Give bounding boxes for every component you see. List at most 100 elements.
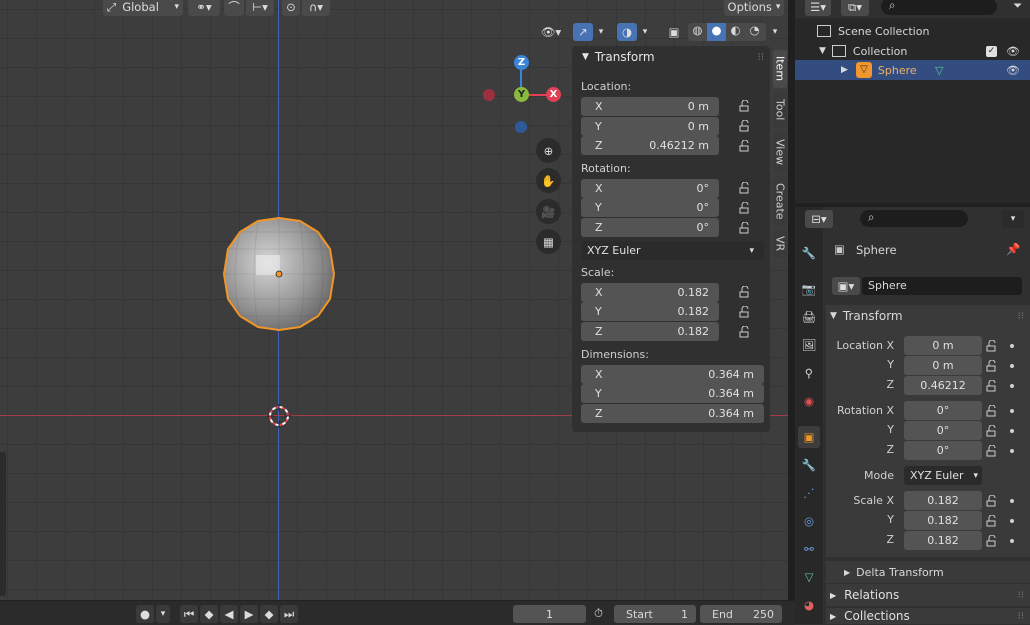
stopwatch-icon[interactable]: ⏱ <box>594 606 603 621</box>
toolbar-edge[interactable] <box>0 452 6 596</box>
modifier-tab-icon[interactable]: 🔧 <box>798 454 820 476</box>
snap-dropdown[interactable]: ⊢▾ <box>246 0 274 16</box>
lock-icon[interactable] <box>739 202 751 214</box>
play-reverse-button[interactable]: ◀ <box>220 605 238 623</box>
lock-icon[interactable] <box>739 100 751 112</box>
prev-keyframe-button[interactable]: ◆ <box>200 605 218 623</box>
relations-section-header[interactable]: ▶ Relations ⁝⁝ <box>826 584 1030 606</box>
dimensions-z-field[interactable]: Z 0.364 m <box>581 404 764 423</box>
area-divider[interactable] <box>788 0 795 624</box>
world-tab-icon[interactable]: ◉ <box>798 390 820 412</box>
dimensions-x-field[interactable]: X 0.364 m <box>581 365 764 384</box>
proportional-toggle[interactable]: ⊙ <box>282 0 300 16</box>
lock-icon[interactable] <box>739 140 751 152</box>
output-tab-icon[interactable]: 🖨 <box>798 306 820 328</box>
rotation-x-field[interactable]: X 0° <box>581 179 719 198</box>
tab-item[interactable]: Item <box>773 50 787 88</box>
gizmo-toggle[interactable]: ↗ <box>573 23 593 41</box>
drag-handle-icon[interactable]: ⁝⁝ <box>1018 611 1024 622</box>
rotation-x-field[interactable]: 0° <box>904 401 982 420</box>
pivot-dropdown[interactable]: ⚭▾ <box>188 0 220 16</box>
scene-tab-icon[interactable]: ⚲ <box>798 362 820 384</box>
data-browse-dropdown[interactable]: ▣▾ <box>832 277 860 295</box>
keyframe-dot[interactable] <box>1010 449 1014 453</box>
current-frame-field[interactable]: 1 <box>513 605 586 623</box>
keyframe-dot[interactable] <box>1010 429 1014 433</box>
lock-icon[interactable] <box>986 425 998 437</box>
play-button[interactable]: ▶ <box>240 605 258 623</box>
lock-icon[interactable] <box>739 120 751 132</box>
overlays-toggle[interactable]: ◑ <box>617 23 637 41</box>
lock-icon[interactable] <box>739 306 751 318</box>
properties-search-input[interactable]: ⌕ <box>860 210 968 227</box>
drag-handle-icon[interactable]: ⁝⁝ <box>1018 311 1024 322</box>
lock-icon[interactable] <box>986 495 998 507</box>
mesh-data-icon[interactable]: ▽ <box>935 64 943 77</box>
lock-icon[interactable] <box>986 445 998 457</box>
falloff-dropdown[interactable]: ∩▾ <box>302 0 330 16</box>
options-dropdown[interactable]: Options ▾ <box>724 0 784 16</box>
filter-dropdown[interactable]: ⧉▾ <box>841 0 869 16</box>
lock-icon[interactable] <box>986 405 998 417</box>
physics-tab-icon[interactable]: ◎ <box>798 510 820 532</box>
eye-icon[interactable]: 👁 <box>1006 64 1020 77</box>
pin-icon[interactable]: 📌 <box>1006 242 1020 256</box>
visibility-dropdown[interactable]: 👁▾ <box>537 23 565 41</box>
jump-end-button[interactable]: ⏭ <box>280 605 298 623</box>
pan-button[interactable]: ✋ <box>536 168 561 193</box>
lock-icon[interactable] <box>986 535 998 547</box>
rotation-mode-dropdown[interactable]: XYZ Euler ▾ <box>904 466 982 485</box>
keyframe-dot[interactable] <box>1010 344 1014 348</box>
checkbox-icon[interactable]: ✓ <box>986 45 997 57</box>
scale-y-field[interactable]: 0.182 <box>904 511 982 530</box>
sphere-object[interactable] <box>220 215 338 333</box>
tool-tab-icon[interactable]: 🔧 <box>798 242 820 264</box>
lock-icon[interactable] <box>739 326 751 338</box>
location-x-field[interactable]: X 0 m <box>581 97 719 116</box>
eye-icon[interactable]: 👁 <box>1006 45 1020 58</box>
gizmo-dropdown[interactable]: ▾ <box>594 23 608 41</box>
xray-toggle[interactable]: ▣ <box>664 23 684 41</box>
gizmo-z-axis[interactable]: Z <box>514 55 529 70</box>
dimensions-y-field[interactable]: Y 0.364 m <box>581 384 764 403</box>
orientation-dropdown[interactable]: ⤢ Global ▾ <box>103 0 183 16</box>
lock-icon[interactable] <box>739 286 751 298</box>
keyframe-dot[interactable] <box>1010 499 1014 503</box>
3d-cursor[interactable] <box>267 404 291 428</box>
lock-icon[interactable] <box>986 515 998 527</box>
zoom-button[interactable]: ⊕ <box>536 138 561 163</box>
material-shading-icon[interactable]: ◐ <box>726 23 745 41</box>
lock-icon[interactable] <box>739 222 751 234</box>
snap-toggle[interactable]: ⌒ <box>224 0 244 16</box>
auto-keying-toggle[interactable]: ● <box>136 605 154 623</box>
tab-create[interactable]: Create <box>773 176 787 226</box>
delta-transform-subpanel[interactable]: ▶ Delta Transform <box>826 561 1030 583</box>
lock-icon[interactable] <box>986 380 998 392</box>
chevron-down-icon[interactable]: ▼ <box>819 46 826 56</box>
keying-dropdown[interactable]: ▾ <box>156 605 170 623</box>
keyframe-dot[interactable] <box>1010 539 1014 543</box>
sphere-row[interactable]: ▶ ▽ Sphere ▽ 👁 <box>795 60 1030 80</box>
scale-z-field[interactable]: Z 0.182 <box>581 322 719 341</box>
chevron-right-icon[interactable]: ▶ <box>841 65 848 75</box>
scale-x-field[interactable]: 0.182 <box>904 491 982 510</box>
keyframe-dot[interactable] <box>1010 409 1014 413</box>
end-frame-field[interactable]: End 250 <box>700 605 782 623</box>
location-x-field[interactable]: 0 m <box>904 336 982 355</box>
properties-options-dropdown[interactable]: ▾ <box>1002 210 1024 228</box>
collection-row[interactable]: ▼ Collection ✓ 👁 <box>795 41 1030 61</box>
next-keyframe-button[interactable]: ◆ <box>260 605 278 623</box>
start-frame-field[interactable]: Start 1 <box>614 605 696 623</box>
camera-view-button[interactable]: 🎥 <box>536 199 561 224</box>
scale-z-field[interactable]: 0.182 <box>904 531 982 550</box>
particles-tab-icon[interactable]: ⋰ <box>798 482 820 504</box>
shading-dropdown[interactable]: ▾ <box>768 23 782 41</box>
keyframe-dot[interactable] <box>1010 519 1014 523</box>
object-name-field[interactable]: Sphere <box>862 277 1022 295</box>
rotation-z-field[interactable]: 0° <box>904 441 982 460</box>
render-tab-icon[interactable]: 📷 <box>798 278 820 300</box>
lock-icon[interactable] <box>986 340 998 352</box>
gizmo-x-axis[interactable]: X <box>546 87 561 102</box>
overlays-dropdown[interactable]: ▾ <box>638 23 652 41</box>
gizmo-y-axis[interactable]: Y <box>514 87 529 102</box>
